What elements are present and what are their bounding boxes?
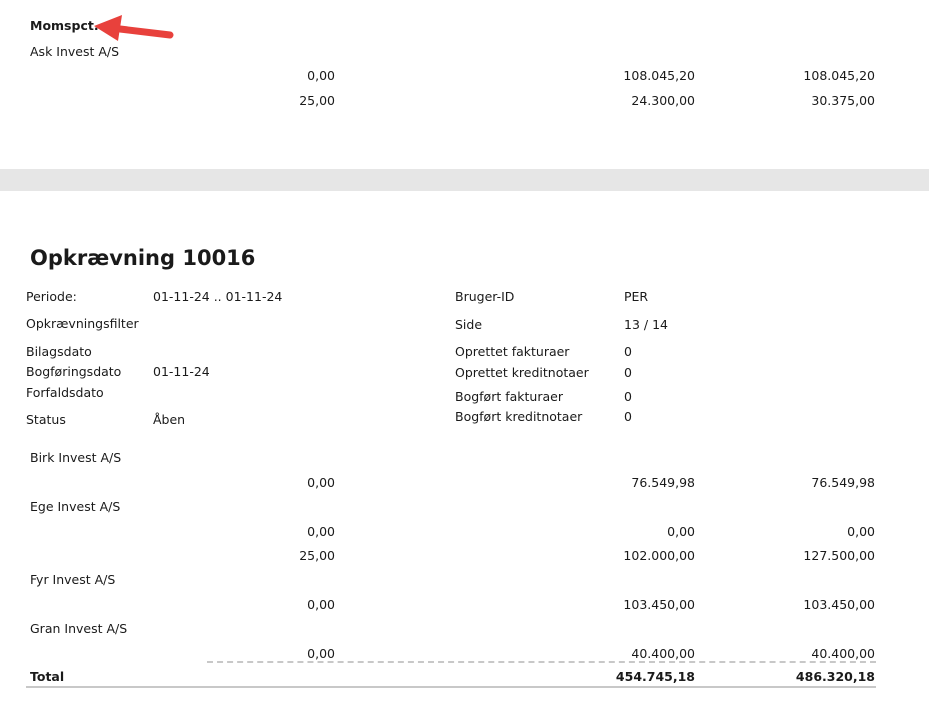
vat-rate: 0,00	[307, 646, 335, 661]
grand-total: 486.320,18	[795, 669, 875, 684]
amount-value: 76.549,98	[631, 475, 695, 490]
amount-value: 0,00	[667, 524, 695, 539]
amount-value: 24.300,00	[631, 93, 695, 108]
periode-value: 01-11-24 .. 01-11-24	[153, 289, 283, 304]
red-arrow-icon	[94, 15, 174, 41]
oprettet-kreditnotaer-label: Oprettet kreditnotaer	[455, 365, 589, 380]
vat-rate: 0,00	[307, 597, 335, 612]
total-amount: 454.745,18	[615, 669, 695, 684]
amount-value: 102.000,00	[623, 548, 695, 563]
oprettet-fakturaer-value: 0	[624, 344, 632, 359]
total-value: 108.045,20	[803, 68, 875, 83]
side-label: Side	[455, 317, 483, 332]
bogfort-kreditnotaer-value: 0	[624, 409, 632, 424]
customer-name: Ege Invest A/S	[30, 499, 121, 514]
total-value: 30.375,00	[811, 93, 875, 108]
bilagsdato-label: Bilagsdato	[26, 344, 92, 359]
side-value: 13 / 14	[624, 317, 668, 332]
oprettet-kreditnotaer-value: 0	[624, 365, 632, 380]
total-label: Total	[30, 669, 65, 684]
bruger-label: Bruger-ID	[455, 289, 515, 304]
bogfort-fakturaer-value: 0	[624, 389, 632, 404]
status-value: Åben	[153, 412, 186, 427]
total-underline	[26, 686, 876, 688]
customer-name: Gran Invest A/S	[30, 621, 128, 636]
total-value: 103.450,00	[803, 597, 875, 612]
total-value: 127.500,00	[803, 548, 875, 563]
customer-name: Birk Invest A/S	[30, 450, 122, 465]
vat-rate: 0,00	[307, 475, 335, 490]
filter-label: Opkrævningsfilter	[26, 316, 139, 331]
status-label: Status	[26, 412, 66, 427]
amount-value: 40.400,00	[631, 646, 695, 661]
periode-label: Periode:	[26, 289, 77, 304]
document-title: Opkrævning 10016	[30, 246, 256, 270]
customer-name: Ask Invest A/S	[30, 44, 120, 59]
bogforingsdato-label: Bogføringsdato	[26, 364, 122, 379]
total-value: 40.400,00	[811, 646, 875, 661]
vat-rate: 0,00	[307, 524, 335, 539]
vat-rate: 0,00	[307, 68, 335, 83]
amount-value: 103.450,00	[623, 597, 695, 612]
oprettet-fakturaer-label: Oprettet fakturaer	[455, 344, 570, 359]
forfaldsdato-label: Forfaldsdato	[26, 385, 104, 400]
vat-rate: 25,00	[299, 93, 335, 108]
vat-header: Momspct.	[30, 18, 99, 33]
bogforingsdato-value: 01-11-24	[153, 364, 210, 379]
vat-rate: 25,00	[299, 548, 335, 563]
bogfort-fakturaer-label: Bogført fakturaer	[455, 389, 563, 404]
bogfort-kreditnotaer-label: Bogført kreditnotaer	[455, 409, 583, 424]
total-value: 0,00	[847, 524, 875, 539]
amount-value: 108.045,20	[623, 68, 695, 83]
customer-name: Fyr Invest A/S	[30, 572, 116, 587]
page-separator	[0, 169, 929, 191]
total-value: 76.549,98	[811, 475, 875, 490]
subtotal-divider	[207, 661, 876, 663]
bruger-value: PER	[624, 289, 649, 304]
